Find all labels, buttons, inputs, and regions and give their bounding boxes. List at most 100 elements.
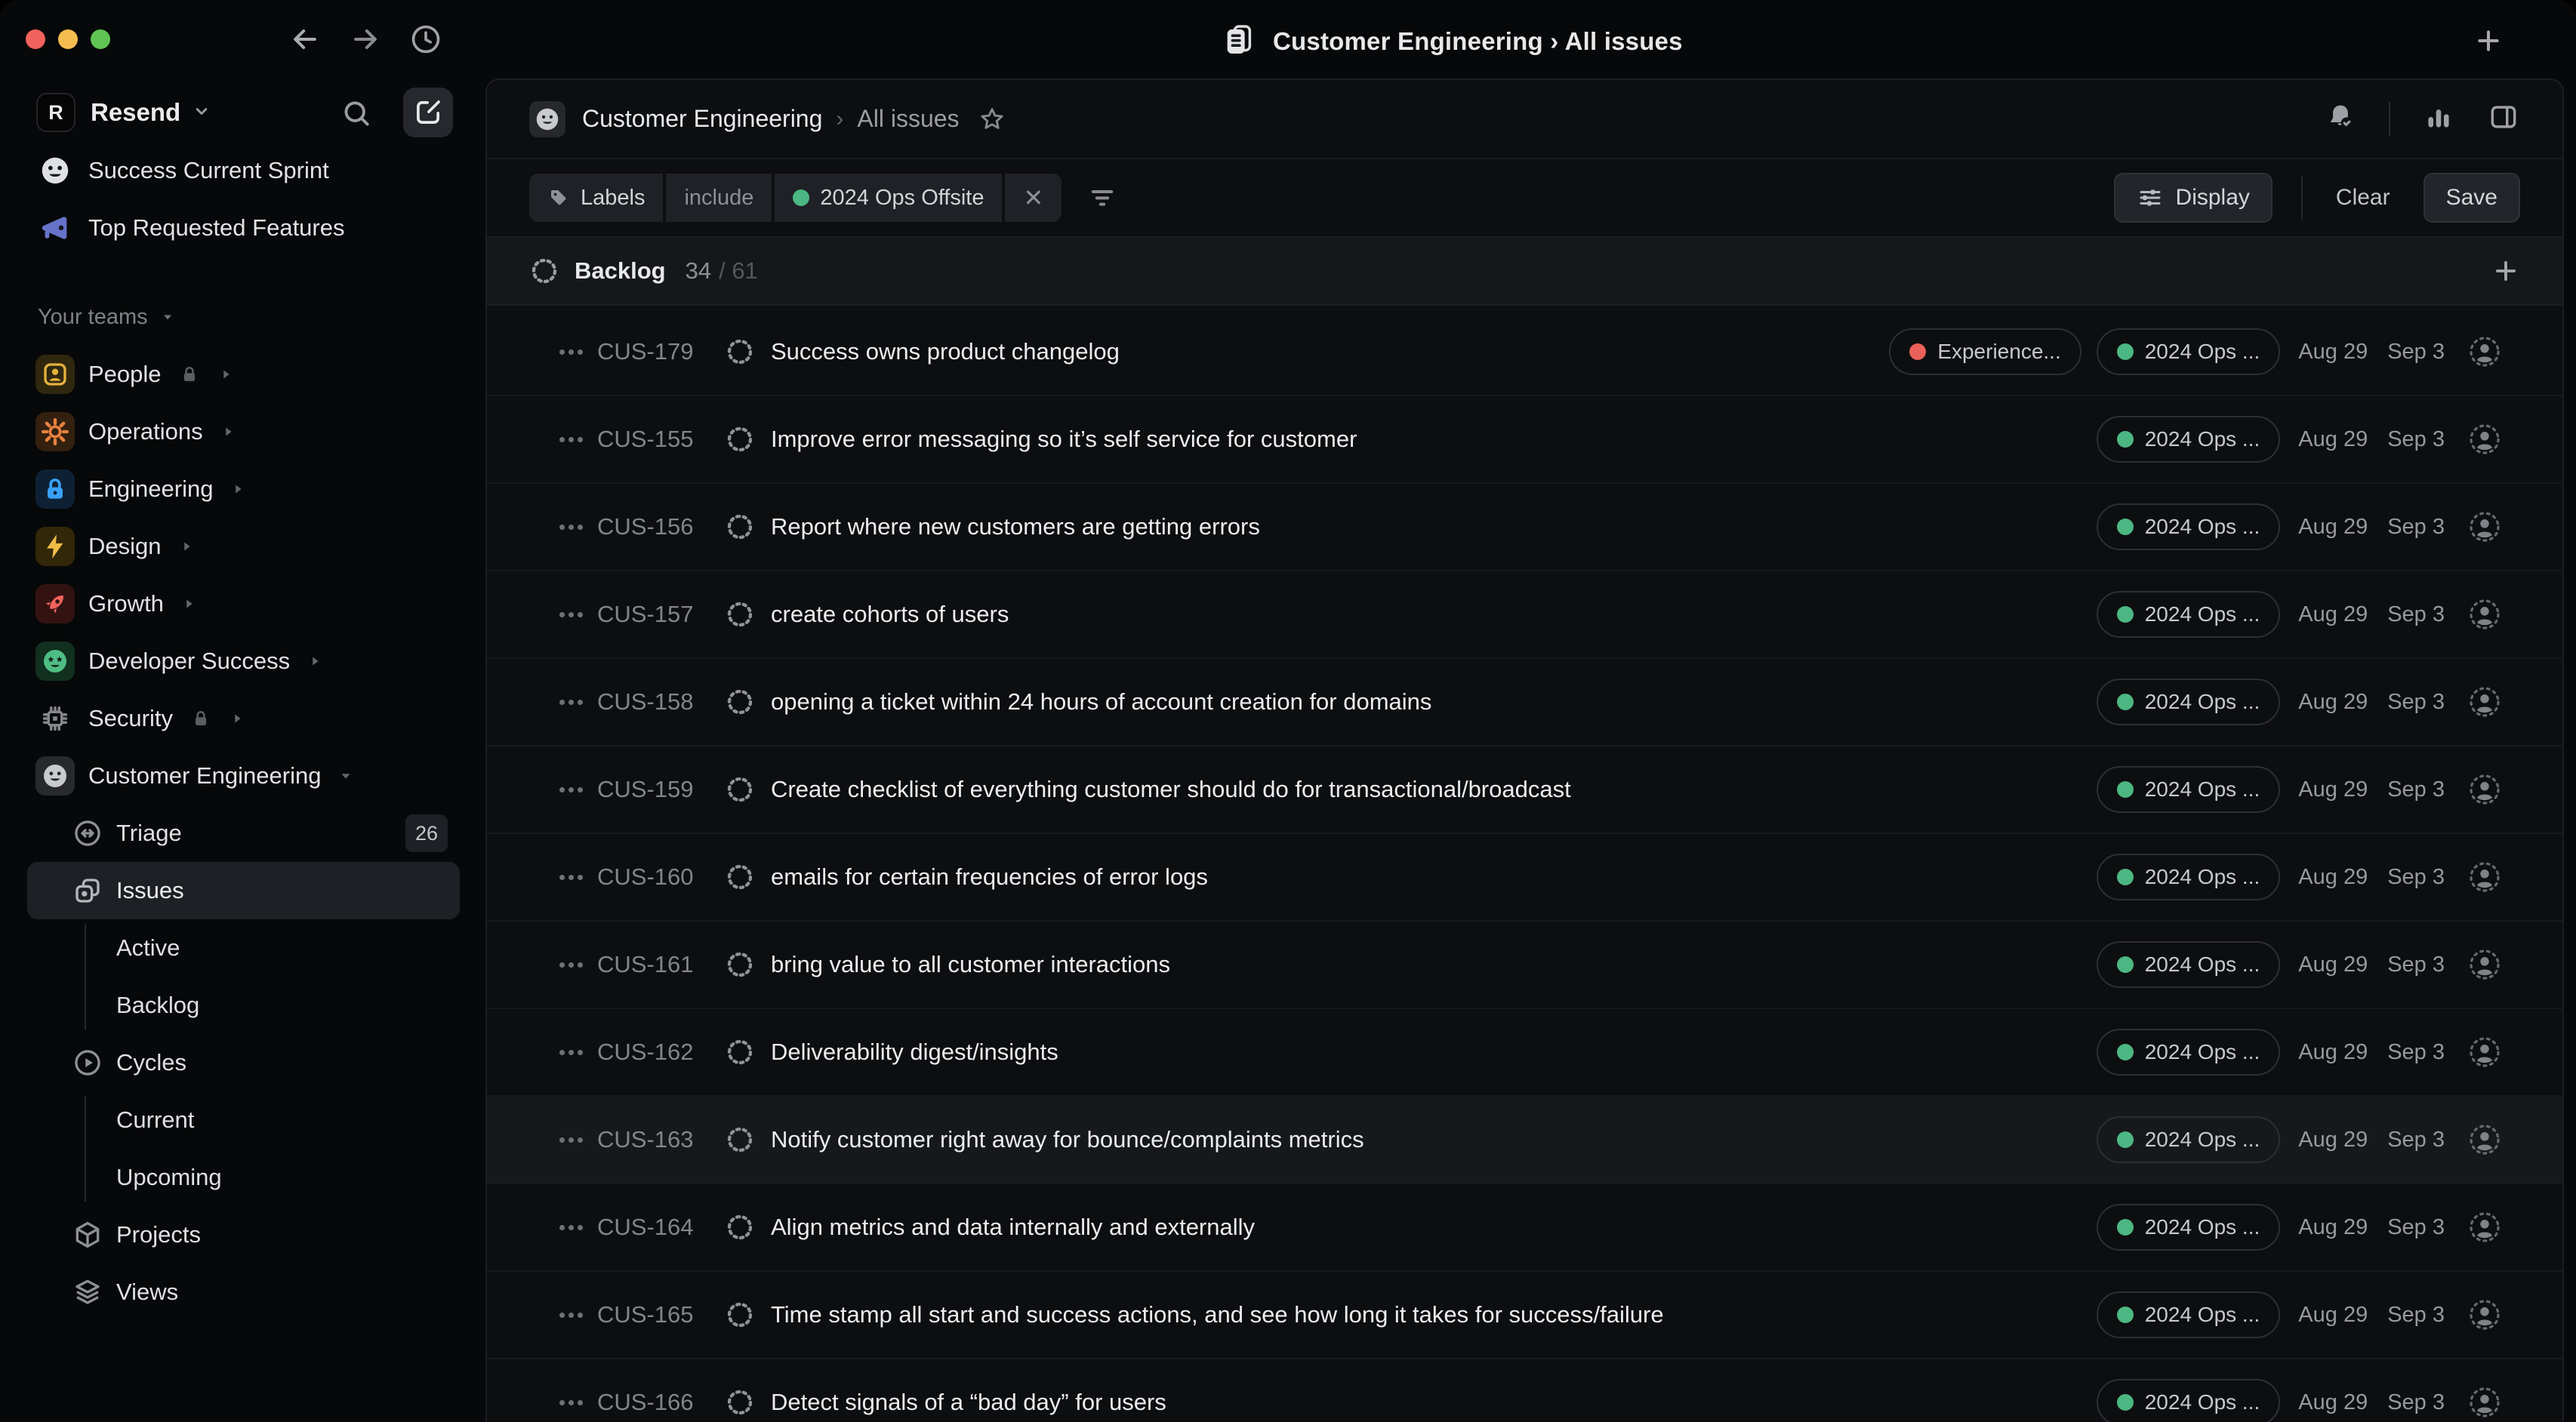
chevron-right-icon[interactable] bbox=[217, 366, 234, 383]
issue-row[interactable]: CUS-165Time stamp all start and success … bbox=[487, 1272, 2562, 1359]
breadcrumb-view[interactable]: All issues bbox=[857, 105, 959, 133]
priority-icon[interactable] bbox=[559, 612, 585, 617]
backlog-status-icon[interactable] bbox=[724, 1036, 756, 1068]
issue-title[interactable]: Deliverability digest/insights bbox=[771, 1039, 1058, 1066]
label-chip[interactable]: 2024 Ops ... bbox=[2097, 416, 2281, 463]
chevron-right-icon[interactable] bbox=[178, 538, 195, 555]
backlog-status-icon[interactable] bbox=[724, 1211, 756, 1243]
display-button[interactable]: Display bbox=[2114, 173, 2272, 223]
backlog-status-icon[interactable] bbox=[724, 423, 756, 455]
backlog-status-icon[interactable] bbox=[724, 511, 756, 543]
sidebar-item-top-requested-features[interactable]: Top Requested Features bbox=[0, 199, 485, 257]
priority-icon[interactable] bbox=[559, 525, 585, 530]
sidebar-item-upcoming[interactable]: Upcoming bbox=[0, 1149, 485, 1206]
filter-value[interactable]: 2024 Ops Offsite bbox=[775, 174, 1002, 222]
filter-operator[interactable]: include bbox=[666, 174, 772, 222]
issue-row[interactable]: CUS-161bring value to all customer inter… bbox=[487, 922, 2562, 1009]
sidebar-team-operations[interactable]: Operations bbox=[0, 403, 485, 460]
priority-icon[interactable] bbox=[559, 437, 585, 442]
zoom-window-button[interactable] bbox=[91, 29, 110, 49]
chevron-down-icon[interactable] bbox=[191, 100, 212, 125]
sidebar-team-growth[interactable]: Growth bbox=[0, 575, 485, 633]
filter-remove-button[interactable]: ✕ bbox=[1005, 174, 1062, 222]
workspace-logo[interactable]: R bbox=[36, 93, 75, 132]
new-tab-plus-icon[interactable] bbox=[2467, 20, 2510, 62]
backlog-status-icon[interactable] bbox=[724, 599, 756, 630]
backlog-status-icon[interactable] bbox=[724, 861, 756, 893]
label-chip[interactable]: 2024 Ops ... bbox=[2097, 1029, 2281, 1076]
chevron-down-icon[interactable] bbox=[337, 768, 354, 784]
insights-bar-chart-icon[interactable] bbox=[2422, 100, 2455, 137]
label-chip[interactable]: 2024 Ops ... bbox=[2097, 1379, 2281, 1422]
sidebar-team-security[interactable]: Security bbox=[0, 690, 485, 747]
label-chip[interactable]: Experience... bbox=[1889, 328, 2081, 375]
issue-row[interactable]: CUS-160emails for certain frequencies of… bbox=[487, 834, 2562, 922]
label-chip[interactable]: 2024 Ops ... bbox=[2097, 328, 2281, 375]
sidebar-item-triage[interactable]: Triage 26 bbox=[0, 805, 485, 862]
issue-row[interactable]: CUS-157create cohorts of users2024 Ops .… bbox=[487, 571, 2562, 659]
issue-title[interactable]: Improve error messaging so it’s self ser… bbox=[771, 426, 1357, 453]
issue-row[interactable]: CUS-158opening a ticket within 24 hours … bbox=[487, 659, 2562, 746]
issue-title[interactable]: Create checklist of everything customer … bbox=[771, 776, 1571, 803]
priority-icon[interactable] bbox=[559, 962, 585, 968]
clear-button[interactable]: Clear bbox=[2336, 185, 2390, 211]
issue-title[interactable]: Report where new customers are getting e… bbox=[771, 513, 1260, 540]
backlog-status-icon[interactable] bbox=[724, 1387, 756, 1418]
assignee-avatar-icon[interactable] bbox=[2467, 422, 2502, 457]
assignee-avatar-icon[interactable] bbox=[2467, 1385, 2502, 1420]
sidebar-item-views[interactable]: Views bbox=[0, 1263, 485, 1321]
sidebar-item-active[interactable]: Active bbox=[0, 919, 485, 977]
panel-right-toggle-icon[interactable] bbox=[2487, 100, 2520, 137]
label-chip[interactable]: 2024 Ops ... bbox=[2097, 1204, 2281, 1251]
favorite-star-icon[interactable] bbox=[978, 105, 1006, 134]
priority-icon[interactable] bbox=[559, 787, 585, 793]
sidebar-item-projects[interactable]: Projects bbox=[0, 1206, 485, 1263]
sidebar-team-engineering[interactable]: Engineering bbox=[0, 460, 485, 518]
chevron-right-icon[interactable] bbox=[180, 596, 197, 612]
priority-icon[interactable] bbox=[559, 875, 585, 880]
assignee-avatar-icon[interactable] bbox=[2467, 860, 2502, 894]
your-teams-header[interactable]: Your teams bbox=[0, 288, 485, 346]
workspace-name[interactable]: Resend bbox=[91, 98, 180, 127]
assignee-avatar-icon[interactable] bbox=[2467, 597, 2502, 632]
priority-icon[interactable] bbox=[559, 1313, 585, 1318]
add-filter-icon[interactable] bbox=[1087, 183, 1117, 213]
assignee-avatar-icon[interactable] bbox=[2467, 1035, 2502, 1070]
issue-title[interactable]: Detect signals of a “bad day” for users bbox=[771, 1389, 1166, 1416]
assignee-avatar-icon[interactable] bbox=[2467, 1210, 2502, 1245]
sidebar-item-issues[interactable]: Issues bbox=[27, 862, 460, 919]
issue-title[interactable]: emails for certain frequencies of error … bbox=[771, 863, 1208, 891]
assignee-avatar-icon[interactable] bbox=[2467, 509, 2502, 544]
label-chip[interactable]: 2024 Ops ... bbox=[2097, 766, 2281, 813]
sidebar-team-customer-engineering[interactable]: Customer Engineering bbox=[0, 747, 485, 805]
forward-arrow-icon[interactable] bbox=[347, 21, 384, 57]
priority-icon[interactable] bbox=[559, 1137, 585, 1143]
backlog-status-icon[interactable] bbox=[724, 336, 756, 368]
notifications-bell-icon[interactable] bbox=[2324, 100, 2357, 137]
sidebar-item-current[interactable]: Current bbox=[0, 1091, 485, 1149]
issue-row[interactable]: CUS-166Detect signals of a “bad day” for… bbox=[487, 1359, 2562, 1422]
issue-title[interactable]: create cohorts of users bbox=[771, 601, 1009, 628]
label-chip[interactable]: 2024 Ops ... bbox=[2097, 679, 2281, 725]
close-window-button[interactable] bbox=[26, 29, 45, 49]
back-arrow-icon[interactable] bbox=[287, 21, 323, 57]
filter-field[interactable]: Labels bbox=[529, 174, 663, 222]
assignee-avatar-icon[interactable] bbox=[2467, 334, 2502, 369]
section-name[interactable]: Backlog bbox=[575, 257, 666, 285]
priority-icon[interactable] bbox=[559, 700, 585, 705]
label-chip[interactable]: 2024 Ops ... bbox=[2097, 1291, 2281, 1338]
compose-issue-button[interactable] bbox=[403, 88, 453, 137]
issue-title[interactable]: bring value to all customer interactions bbox=[771, 951, 1170, 978]
sidebar-team-developer-success[interactable]: Developer Success bbox=[0, 633, 485, 690]
issue-row[interactable]: CUS-156Report where new customers are ge… bbox=[487, 484, 2562, 571]
assignee-avatar-icon[interactable] bbox=[2467, 1122, 2502, 1157]
add-issue-plus-icon[interactable] bbox=[2491, 257, 2520, 285]
backlog-status-icon[interactable] bbox=[724, 949, 756, 980]
issue-row[interactable]: CUS-179Success owns product changelogExp… bbox=[487, 309, 2562, 396]
save-button[interactable]: Save bbox=[2423, 173, 2520, 223]
breadcrumb-team[interactable]: Customer Engineering bbox=[582, 105, 822, 133]
priority-icon[interactable] bbox=[559, 349, 585, 355]
backlog-status-icon[interactable] bbox=[724, 1124, 756, 1156]
issue-row[interactable]: CUS-164Align metrics and data internally… bbox=[487, 1184, 2562, 1272]
issue-title[interactable]: Align metrics and data internally and ex… bbox=[771, 1214, 1255, 1241]
